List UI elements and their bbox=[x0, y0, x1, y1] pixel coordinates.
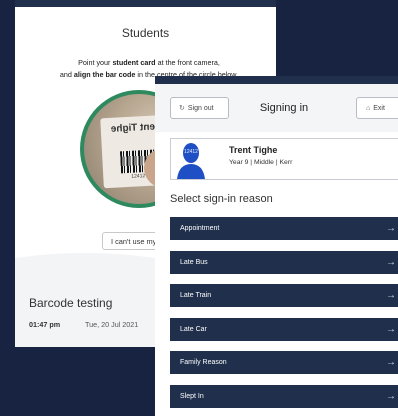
home-icon: ⌂ bbox=[366, 105, 371, 112]
exit-button[interactable]: ⌂ Exit bbox=[356, 97, 398, 119]
reason-label: Late Car bbox=[180, 325, 207, 333]
arrow-right-icon: → bbox=[386, 323, 396, 335]
clock-time: 01:47 pm bbox=[29, 320, 61, 329]
page-title: Students bbox=[121, 26, 170, 40]
reason-label: Late Train bbox=[180, 292, 212, 299]
top-bar bbox=[15, 0, 276, 7]
avatar: 12412 bbox=[175, 140, 207, 179]
reason-family-button[interactable]: Family Reason → bbox=[170, 351, 398, 374]
signing-in-screen: ↻ Sign out Signing in ⌂ Exit 12412 Trent T… bbox=[155, 76, 398, 416]
reason-appointment-button[interactable]: Appointment → bbox=[170, 217, 398, 240]
reason-label: Late Bus bbox=[180, 258, 208, 266]
barcode-title: Barcode testing bbox=[29, 296, 113, 310]
reason-late-bus-button[interactable]: Late Bus → bbox=[170, 250, 398, 274]
card-number-text: 12412 bbox=[131, 173, 146, 180]
student-name: Trent Tighe bbox=[229, 145, 278, 155]
svg-text:12412: 12412 bbox=[184, 149, 198, 155]
arrow-right-icon: → bbox=[386, 223, 396, 234]
reason-late-car-button[interactable]: Late Car → bbox=[170, 317, 398, 341]
reason-list: Appointment → Late Bus → Late Train → La… bbox=[170, 217, 398, 416]
reason-late-train-button[interactable]: Late Train → bbox=[170, 284, 398, 307]
reason-heading: Select sign-in reason bbox=[170, 193, 273, 205]
arrow-right-icon: → bbox=[386, 290, 396, 301]
reason-label: Appointment bbox=[180, 225, 220, 232]
clock-date: Tue, 20 Jul 2021 bbox=[85, 320, 139, 329]
top-bar bbox=[155, 76, 398, 84]
student-meta: Year 9 | Middle | Kerr bbox=[229, 159, 293, 166]
reason-label: Family Reason bbox=[180, 359, 227, 366]
arrow-right-icon: → bbox=[386, 357, 396, 368]
arrow-right-icon: → bbox=[386, 256, 396, 268]
reason-label: Slept In bbox=[180, 392, 204, 400]
arrow-right-icon: → bbox=[386, 390, 396, 402]
reason-slept-in-button[interactable]: Slept In → bbox=[170, 384, 398, 408]
exit-label: Exit bbox=[373, 105, 385, 112]
student-info-panel: 12412 Trent Tighe Year 9 | Middle | Kerr bbox=[170, 138, 398, 180]
